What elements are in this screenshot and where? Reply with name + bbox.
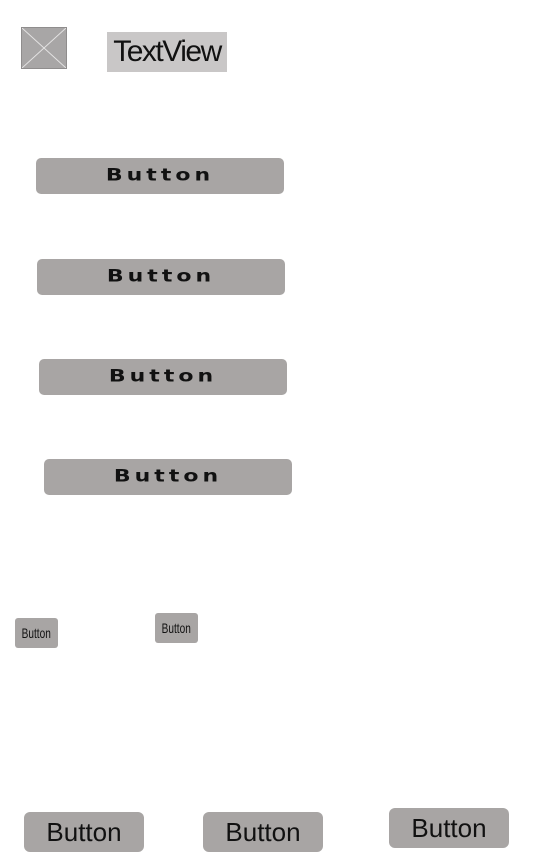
button-1-label: Button (105, 165, 215, 186)
crossed-box-icon (22, 28, 66, 68)
button-2[interactable]: Button (37, 259, 285, 295)
button-3-label: Button (108, 366, 218, 387)
bottom-button-right[interactable]: Button (389, 808, 509, 848)
bottom-button-left[interactable]: Button (24, 812, 144, 852)
image-placeholder-icon (21, 27, 67, 69)
small-button-left[interactable]: Button (15, 618, 58, 648)
button-4-label: Button (113, 466, 223, 487)
small-button-left-label: Button (21, 625, 52, 641)
button-2-label: Button (106, 266, 216, 287)
small-button-right-label: Button (161, 620, 192, 636)
button-1[interactable]: Button (36, 158, 284, 194)
small-button-right[interactable]: Button (155, 613, 198, 643)
button-4[interactable]: Button (44, 459, 292, 495)
button-3[interactable]: Button (39, 359, 287, 395)
textview-label: TextView (107, 32, 227, 72)
bottom-button-center[interactable]: Button (203, 812, 323, 852)
